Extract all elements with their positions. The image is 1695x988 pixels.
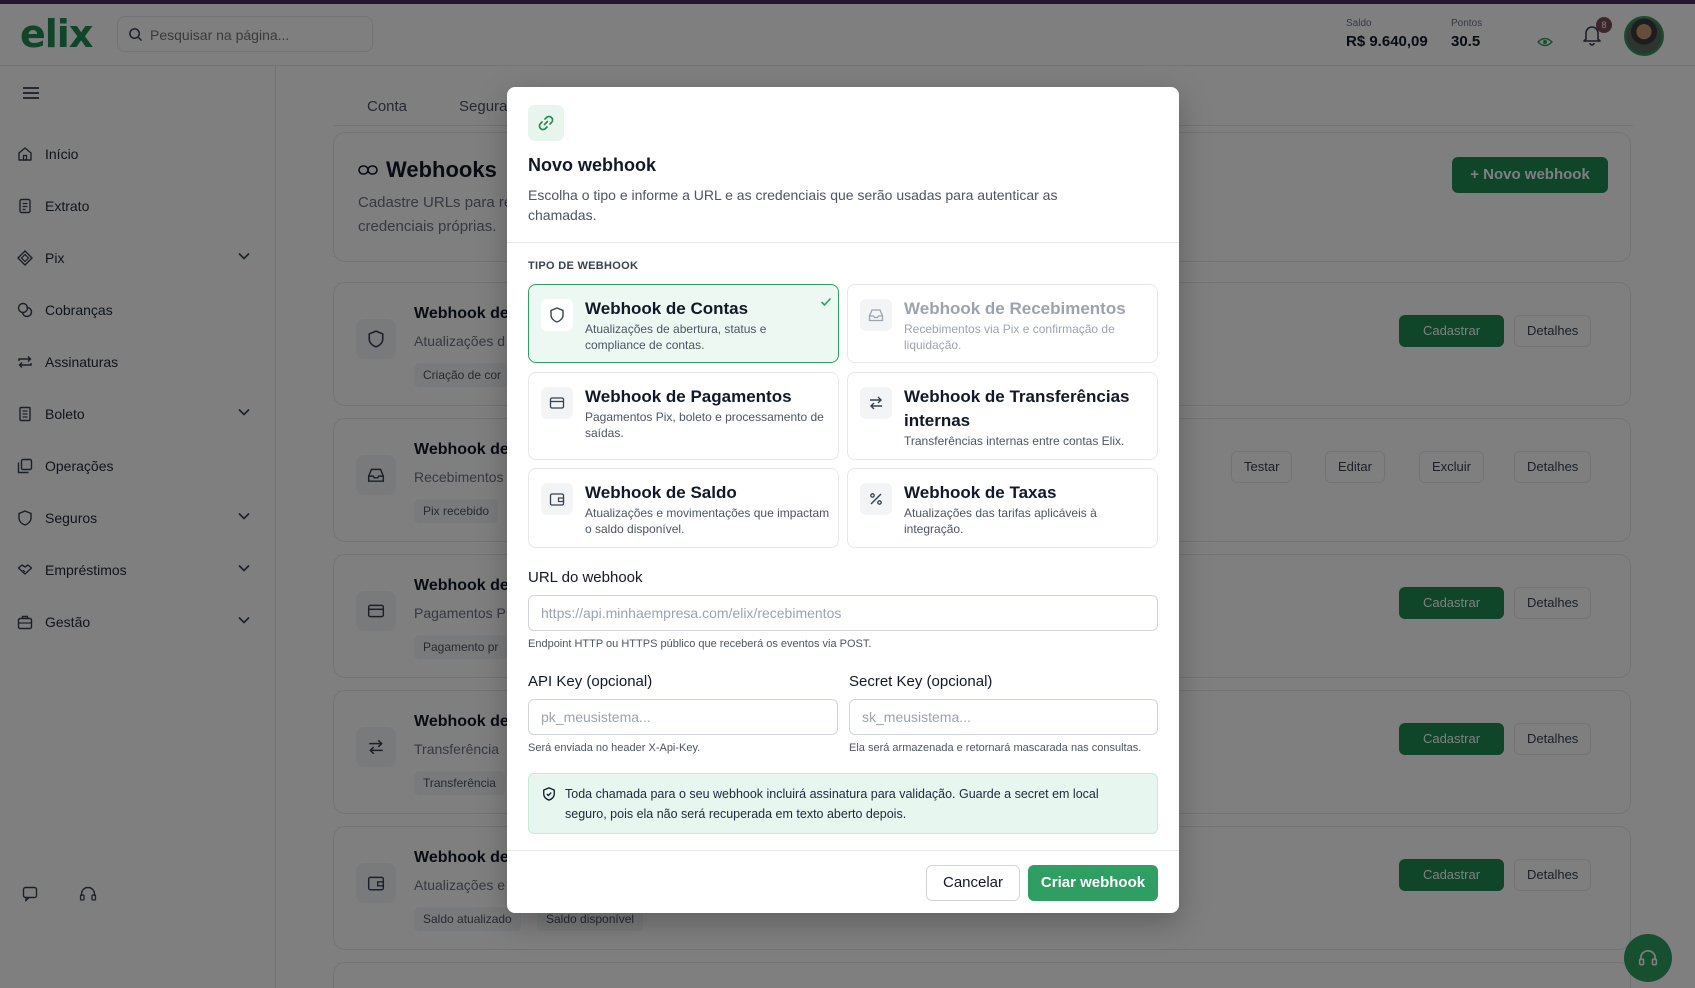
divider [507,850,1179,851]
shield-check-icon [543,787,555,801]
percent-icon [870,493,882,505]
api-key-label: API Key (opcional) [528,673,653,690]
option-webhook-transferencias[interactable]: Webhook de Transferências internas Trans… [847,372,1158,460]
dialog-title: Novo webhook [528,155,657,175]
option-title: Webhook de Taxas [904,483,1057,502]
secret-key-input[interactable] [849,699,1158,735]
inbox-icon [868,309,884,322]
secret-key-label: Secret Key (opcional) [849,673,993,690]
new-webhook-dialog: Novo webhook Escolha o tipo e informe a … [507,87,1179,913]
url-input[interactable] [528,595,1158,631]
option-description: Atualizações e movimentações que impacta… [585,506,830,536]
shield-icon [550,307,564,323]
dialog-description: Escolha o tipo e informe a URL e as cred… [528,187,1058,223]
option-icon-box [860,299,892,331]
webhook-type-label: TIPO DE WEBHOOK [528,260,639,272]
option-description: Atualizações das tarifas aplicáveis à in… [904,506,1097,536]
divider [507,242,1179,243]
option-title: Webhook de Transferências internas [904,387,1130,430]
wallet-icon [549,493,565,506]
option-icon-box [541,299,573,331]
secret-key-help-text: Ela será armazenada e retornará mascarad… [849,742,1142,754]
option-icon-box [860,483,892,515]
arrows-exchange-icon [870,396,882,410]
option-description: Transferências internas entre contas Eli… [904,434,1125,448]
option-title: Webhook de Pagamentos [585,387,792,406]
option-description: Recebimentos via Pix e confirmação de li… [904,322,1115,352]
url-help-text: Endpoint HTTP ou HTTPS público que receb… [528,638,872,650]
option-title: Webhook de Saldo [585,483,737,502]
option-webhook-recebimentos[interactable]: Webhook de Recebimentos Recebimentos via… [847,284,1158,363]
option-description: Atualizações de abertura, status e compl… [585,322,767,352]
api-key-help-text: Será enviada no header X-Api-Key. [528,742,701,754]
security-info-text: Toda chamada para o seu webhook incluirá… [565,787,1099,821]
credit-card-icon [549,397,565,409]
option-title: Webhook de Contas [585,299,749,318]
check-icon [820,297,832,307]
option-webhook-saldo[interactable]: Webhook de Saldo Atualizações e moviment… [528,468,839,548]
option-webhook-taxas[interactable]: Webhook de Taxas Atualizações das tarifa… [847,468,1158,548]
option-icon-box [541,387,573,419]
api-key-input[interactable] [528,699,838,735]
option-icon-box [860,387,892,419]
cancel-button[interactable]: Cancelar [926,865,1020,901]
option-title: Webhook de Recebimentos [904,299,1126,318]
option-webhook-pagamentos[interactable]: Webhook de Pagamentos Pagamentos Pix, bo… [528,372,839,460]
dialog-icon-box [528,105,564,141]
option-description: Pagamentos Pix, boleto e processamento d… [585,410,824,440]
option-webhook-contas[interactable]: Webhook de Contas Atualizações de abertu… [528,284,839,363]
option-icon-box [541,483,573,515]
link-icon [538,115,554,131]
url-label: URL do webhook [528,569,643,586]
security-info-box: Toda chamada para o seu webhook incluirá… [528,773,1158,834]
create-webhook-button[interactable]: Criar webhook [1028,865,1158,901]
